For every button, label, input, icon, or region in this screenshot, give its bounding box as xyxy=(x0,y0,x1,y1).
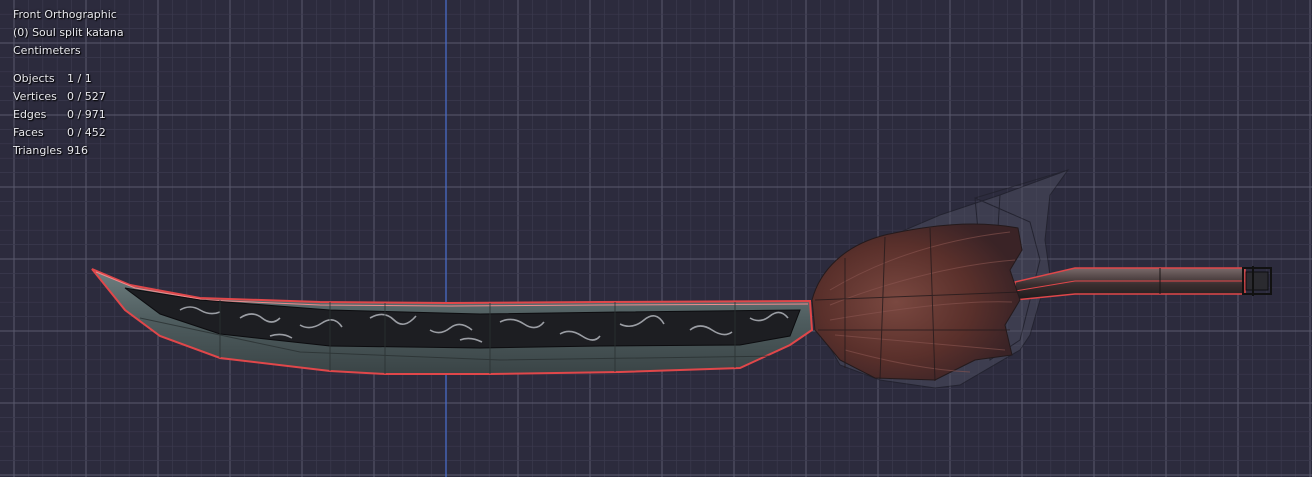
stat-edges: Edges 0 / 971 xyxy=(13,106,124,124)
stat-value: 0 / 527 xyxy=(67,90,106,103)
handle xyxy=(1014,266,1272,301)
units-label: Centimeters xyxy=(13,44,81,57)
stat-label: Faces xyxy=(13,126,44,139)
blade xyxy=(91,268,814,375)
stat-value: 0 / 452 xyxy=(67,126,106,139)
stat-label: Triangles xyxy=(13,144,62,157)
stat-triangles: Triangles 916 xyxy=(13,142,124,160)
stat-objects: Objects 1 / 1 xyxy=(13,70,124,88)
statistics-panel: Objects 1 / 1 Vertices 0 / 527 Edges 0 /… xyxy=(13,70,124,160)
stat-value: 0 / 971 xyxy=(67,108,106,121)
stat-label: Objects xyxy=(13,72,55,85)
stat-value: 916 xyxy=(67,144,88,157)
viewport-info-overlay: Front Orthographic (0) Soul split katana… xyxy=(13,6,124,160)
stat-value: 1 / 1 xyxy=(67,72,92,85)
3d-viewport[interactable]: Front Orthographic (0) Soul split katana… xyxy=(0,0,1312,477)
hair-tassel xyxy=(811,223,1023,382)
stat-faces: Faces 0 / 452 xyxy=(13,124,124,142)
view-name: Front Orthographic xyxy=(13,8,117,21)
stat-label: Vertices xyxy=(13,90,57,103)
object-name: (0) Soul split katana xyxy=(13,26,124,39)
katana-model[interactable] xyxy=(0,0,1312,477)
stat-label: Edges xyxy=(13,108,47,121)
stat-vertices: Vertices 0 / 527 xyxy=(13,88,124,106)
